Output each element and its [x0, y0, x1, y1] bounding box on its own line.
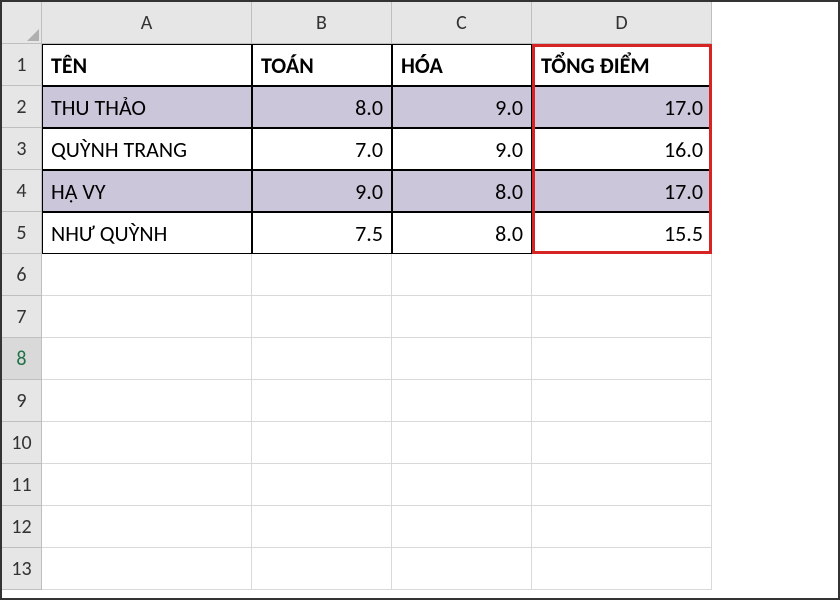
cell-A5[interactable]: NHƯ QUỲNH	[42, 212, 252, 254]
cell-B5[interactable]: 7.5	[252, 212, 392, 254]
cell-B2[interactable]: 8.0	[252, 86, 392, 128]
cell-B7[interactable]	[252, 296, 392, 338]
cell-C8[interactable]	[392, 338, 532, 380]
cell-C11[interactable]	[392, 464, 532, 506]
cell-A7[interactable]	[42, 296, 252, 338]
cell-C3[interactable]: 9.0	[392, 128, 532, 170]
row-head-13[interactable]: 13	[2, 548, 42, 590]
cell-B13[interactable]	[252, 548, 392, 590]
cell-D7[interactable]	[532, 296, 712, 338]
cell-B10[interactable]	[252, 422, 392, 464]
cell-D8[interactable]	[532, 338, 712, 380]
row-head-2[interactable]: 2	[2, 86, 42, 128]
cell-D4[interactable]: 17.0	[532, 170, 712, 212]
row-head-12[interactable]: 12	[2, 506, 42, 548]
cell-C5[interactable]: 8.0	[392, 212, 532, 254]
header-hoa[interactable]: HÓA	[392, 44, 532, 86]
cell-D10[interactable]	[532, 422, 712, 464]
cell-B11[interactable]	[252, 464, 392, 506]
cell-C4[interactable]: 8.0	[392, 170, 532, 212]
cell-C12[interactable]	[392, 506, 532, 548]
header-toan[interactable]: TOÁN	[252, 44, 392, 86]
cell-C10[interactable]	[392, 422, 532, 464]
cell-A2[interactable]: THU THẢO	[42, 86, 252, 128]
cell-D12[interactable]	[532, 506, 712, 548]
row-head-5[interactable]: 5	[2, 212, 42, 254]
row-head-6[interactable]: 6	[2, 254, 42, 296]
row-head-10[interactable]: 10	[2, 422, 42, 464]
cell-D9[interactable]	[532, 380, 712, 422]
cell-C9[interactable]	[392, 380, 532, 422]
cell-A13[interactable]	[42, 548, 252, 590]
cell-A12[interactable]	[42, 506, 252, 548]
col-head-B[interactable]: B	[252, 2, 392, 44]
cell-B9[interactable]	[252, 380, 392, 422]
row-head-7[interactable]: 7	[2, 296, 42, 338]
cell-A6[interactable]	[42, 254, 252, 296]
row-head-8[interactable]: 8	[2, 338, 42, 380]
cell-A10[interactable]	[42, 422, 252, 464]
cell-C6[interactable]	[392, 254, 532, 296]
header-name[interactable]: TÊN	[42, 44, 252, 86]
row-head-3[interactable]: 3	[2, 128, 42, 170]
cell-B6[interactable]	[252, 254, 392, 296]
col-head-A[interactable]: A	[42, 2, 252, 44]
cell-B8[interactable]	[252, 338, 392, 380]
cell-D2[interactable]: 17.0	[532, 86, 712, 128]
col-head-D[interactable]: D	[532, 2, 712, 44]
cell-D6[interactable]	[532, 254, 712, 296]
select-all-corner[interactable]	[2, 2, 42, 44]
cell-A9[interactable]	[42, 380, 252, 422]
cell-A3[interactable]: QUỲNH TRANG	[42, 128, 252, 170]
cell-C13[interactable]	[392, 548, 532, 590]
row-head-11[interactable]: 11	[2, 464, 42, 506]
col-head-C[interactable]: C	[392, 2, 532, 44]
cell-B3[interactable]: 7.0	[252, 128, 392, 170]
cell-B4[interactable]: 9.0	[252, 170, 392, 212]
cell-C7[interactable]	[392, 296, 532, 338]
cell-A11[interactable]	[42, 464, 252, 506]
header-tong[interactable]: TỔNG ĐIỂM	[532, 44, 712, 86]
cell-B12[interactable]	[252, 506, 392, 548]
row-head-1[interactable]: 1	[2, 44, 42, 86]
cell-D13[interactable]	[532, 548, 712, 590]
row-head-4[interactable]: 4	[2, 170, 42, 212]
cell-D11[interactable]	[532, 464, 712, 506]
cell-C2[interactable]: 9.0	[392, 86, 532, 128]
cell-D3[interactable]: 16.0	[532, 128, 712, 170]
spreadsheet-grid[interactable]: A B C D 1 TÊN TOÁN HÓA TỔNG ĐIỂM 2 THU T…	[2, 2, 838, 590]
row-head-9[interactable]: 9	[2, 380, 42, 422]
cell-A8[interactable]	[42, 338, 252, 380]
cell-D5[interactable]: 15.5	[532, 212, 712, 254]
cell-A4[interactable]: HẠ VY	[42, 170, 252, 212]
